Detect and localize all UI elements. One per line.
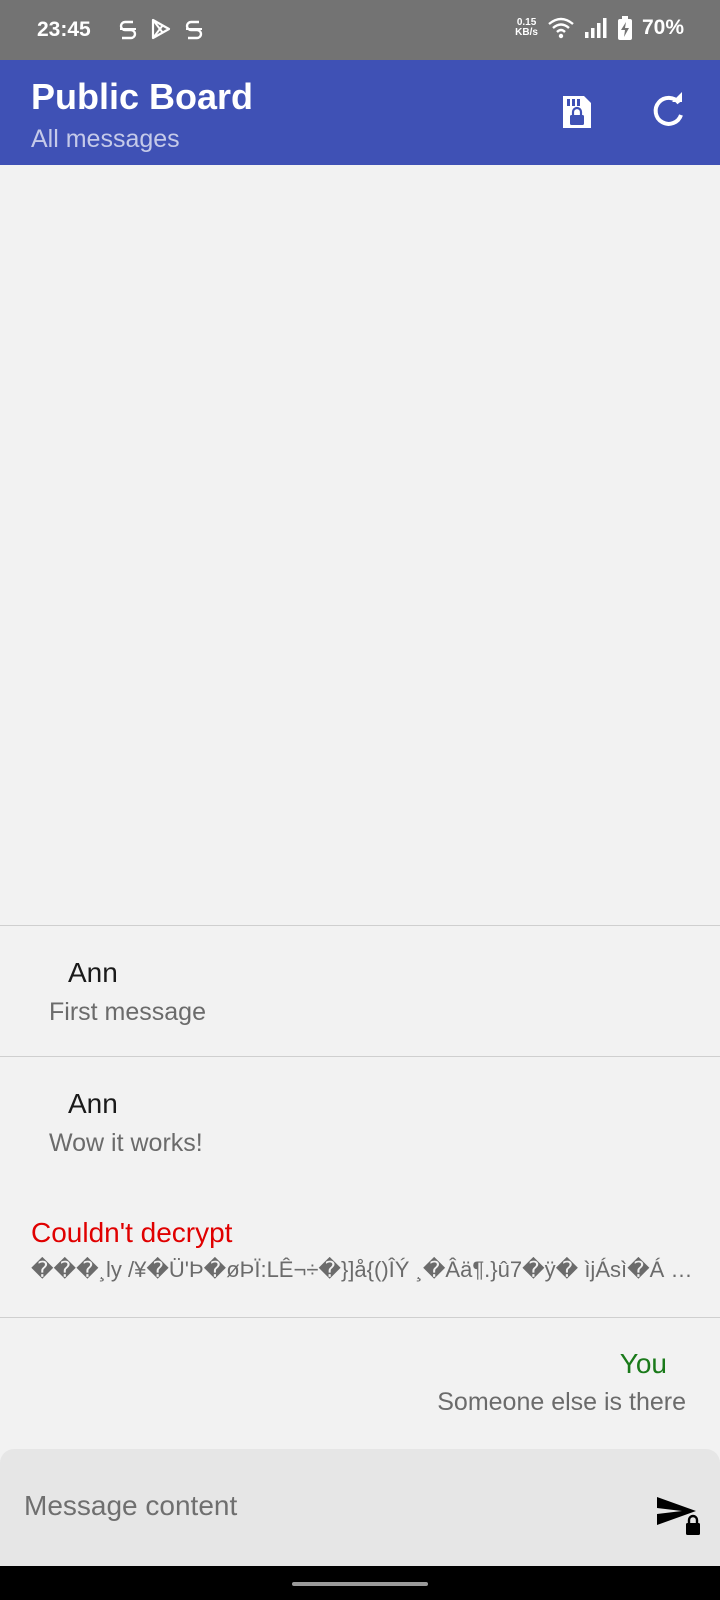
battery-charging-icon xyxy=(617,16,632,40)
message-list: Ann First message Ann Wow it works! Coul… xyxy=(0,925,720,1448)
message-item[interactable]: Ann First message xyxy=(0,926,720,1056)
message-item-own[interactable]: You Someone else is there xyxy=(0,1318,720,1448)
network-speed: 0.15 KB/s xyxy=(515,17,538,38)
message-item[interactable]: Ann Wow it works! xyxy=(0,1057,720,1187)
message-item-undecryptable[interactable]: Couldn't decrypt ���¸ly /¥�Ü'Þ�øÞÏ:LÊ¬÷�… xyxy=(0,1187,720,1317)
page-subtitle: All messages xyxy=(31,125,180,153)
play-store-icon xyxy=(151,18,171,40)
message-body-encrypted: ���¸ly /¥�Ü'Þ�øÞÏ:LÊ¬÷�}]å{()ÎÝ ¸�Âä¶.}û… xyxy=(31,1257,701,1282)
message-body: Wow it works! xyxy=(49,1129,203,1157)
message-body: First message xyxy=(49,998,206,1026)
refresh-button[interactable] xyxy=(646,90,690,134)
status-time: 23:45 xyxy=(37,18,91,41)
message-sender: Ann xyxy=(68,957,118,988)
send-encrypted-icon xyxy=(657,1497,700,1535)
message-sender-self: You xyxy=(619,1348,667,1379)
save-lock-icon xyxy=(563,96,591,128)
notification-icons xyxy=(118,18,204,40)
battery-level: 70% xyxy=(641,16,684,39)
wifi-icon xyxy=(548,17,574,39)
message-body: Someone else is there xyxy=(437,1388,686,1416)
message-sender-error: Couldn't decrypt xyxy=(31,1217,233,1248)
app-bar: Public Board All messages xyxy=(0,60,720,165)
page-title: Public Board xyxy=(31,76,254,117)
status-bar: 23:45 0.15 KB/s 70% xyxy=(0,0,720,60)
system-icons: 0.15 KB/s 70% xyxy=(515,16,684,40)
home-gesture-handle[interactable] xyxy=(292,1582,428,1586)
navigation-bar xyxy=(0,1566,720,1600)
send-button[interactable] xyxy=(654,1491,702,1539)
s-notification-icon xyxy=(185,20,203,40)
signal-icon xyxy=(584,18,607,38)
message-sender: Ann xyxy=(68,1088,118,1119)
message-input[interactable] xyxy=(22,1483,606,1529)
s-notification-icon xyxy=(119,20,137,40)
message-composer xyxy=(0,1449,720,1566)
save-locked-button[interactable] xyxy=(554,90,598,134)
refresh-icon xyxy=(653,92,683,126)
